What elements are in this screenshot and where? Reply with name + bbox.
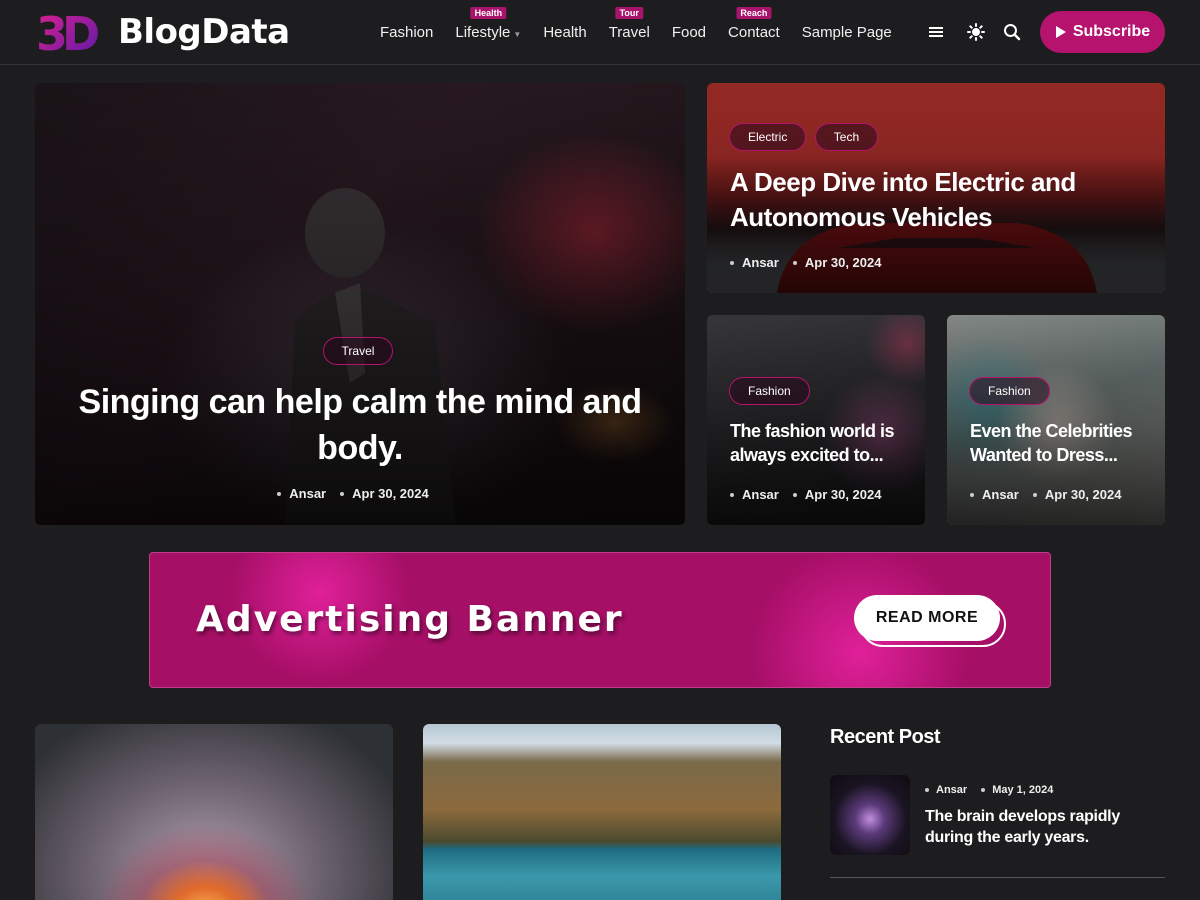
post-author[interactable]: Ansar [742, 255, 779, 270]
nav-label: Fashion [380, 23, 434, 41]
featured-title[interactable]: The fashion world is always excited to..… [730, 419, 910, 467]
ad-headline: Advertising Banner [196, 599, 624, 640]
featured-post-fashion-1[interactable]: Fashion The fashion world is always exci… [707, 315, 925, 525]
nav-label: Lifestyle [455, 23, 511, 41]
nav-item-lifestyle[interactable]: Health Lifestyle ▼ [455, 6, 522, 41]
featured-title[interactable]: A Deep Dive into Electric and Autonomous… [730, 165, 1130, 235]
featured-post-main[interactable]: Travel Singing can help calm the mind an… [35, 83, 685, 525]
nav-label: Contact [728, 23, 780, 41]
nav-item-fashion[interactable]: Fashion [380, 24, 433, 41]
post-image [35, 724, 393, 900]
post-date: Apr 30, 2024 [1044, 487, 1122, 502]
hamburger-menu-icon[interactable] [926, 22, 946, 42]
recent-post-heading: Recent Post [830, 726, 941, 748]
category-tag[interactable]: Travel [322, 337, 394, 365]
post-date: Apr 30, 2024 [804, 487, 882, 502]
featured-tags: Fashion [969, 377, 1054, 405]
nav-badge: Health [470, 6, 507, 19]
nav-item-health[interactable]: Health [543, 24, 586, 41]
theme-toggle-icon[interactable] [966, 22, 986, 42]
search-icon[interactable] [1002, 22, 1022, 42]
post-author[interactable]: Ansar [936, 784, 967, 796]
featured-tags: Electric Tech [729, 123, 882, 151]
recent-post-meta: Ansar May 1, 2024 [925, 784, 1067, 796]
nav-item-travel[interactable]: Tour Travel [608, 6, 650, 41]
post-card-lake[interactable] [423, 724, 781, 900]
post-meta: Ansar Apr 30, 2024 [970, 487, 1135, 502]
nav-label: Health [543, 23, 587, 41]
post-date: May 1, 2024 [992, 784, 1054, 796]
play-icon [1055, 26, 1066, 38]
featured-tags: Travel [35, 337, 685, 365]
recent-post-thumbnail[interactable] [830, 775, 910, 855]
nav-badge: Tour [615, 6, 643, 19]
read-more-button[interactable]: READ MORE [854, 595, 1000, 641]
nav-label: Sample Page [801, 23, 892, 41]
post-meta: Ansar Apr 30, 2024 [35, 486, 685, 501]
site-name: BlogData [118, 12, 290, 52]
nav-label: Travel [608, 23, 650, 41]
site-header: 3D BlogData Fashion Health Lifestyle ▼ He… [0, 0, 1200, 65]
subscribe-button[interactable]: Subscribe [1040, 11, 1165, 53]
featured-title[interactable]: Singing can help calm the mind and body. [75, 379, 645, 471]
site-logo[interactable]: 3D BlogData [36, 8, 290, 56]
logo-3d-icon: 3D [36, 8, 104, 56]
post-card-brain[interactable] [35, 724, 393, 900]
post-author[interactable]: Ansar [289, 486, 326, 501]
main-navigation: Fashion Health Lifestyle ▼ Health Tour Tr… [380, 0, 914, 64]
chevron-down-icon: ▼ [513, 29, 522, 39]
post-meta: Ansar Apr 30, 2024 [730, 487, 895, 502]
category-tag[interactable]: Fashion [969, 377, 1050, 405]
svg-text:3D: 3D [36, 8, 98, 56]
recent-post-title[interactable]: The brain develops rapidly during the ea… [925, 806, 1155, 848]
nav-item-food[interactable]: Food [672, 24, 706, 41]
featured-post-fashion-2[interactable]: Fashion Even the Celebrities Wanted to D… [947, 315, 1165, 525]
divider [830, 877, 1165, 878]
category-tag[interactable]: Fashion [729, 377, 810, 405]
advertising-banner[interactable]: Advertising Banner READ MORE [149, 552, 1051, 688]
post-meta: Ansar Apr 30, 2024 [730, 255, 895, 270]
nav-item-sample-page[interactable]: Sample Page [802, 24, 892, 41]
category-tag[interactable]: Tech [814, 123, 879, 151]
nav-badge: Reach [736, 6, 772, 19]
nav-item-contact[interactable]: Reach Contact [728, 6, 780, 41]
featured-tags: Fashion [729, 377, 814, 405]
post-date: Apr 30, 2024 [804, 255, 882, 270]
post-image [423, 724, 781, 900]
nav-label: Food [671, 23, 707, 41]
subscribe-label: Subscribe [1072, 23, 1151, 40]
post-author[interactable]: Ansar [742, 487, 779, 502]
post-author[interactable]: Ansar [982, 487, 1019, 502]
featured-title[interactable]: Even the Celebrities Wanted to Dress... [970, 419, 1150, 467]
category-tag[interactable]: Electric [729, 123, 807, 151]
featured-post-electric[interactable]: Electric Tech A Deep Dive into Electric … [707, 83, 1165, 293]
post-date: Apr 30, 2024 [352, 486, 429, 501]
